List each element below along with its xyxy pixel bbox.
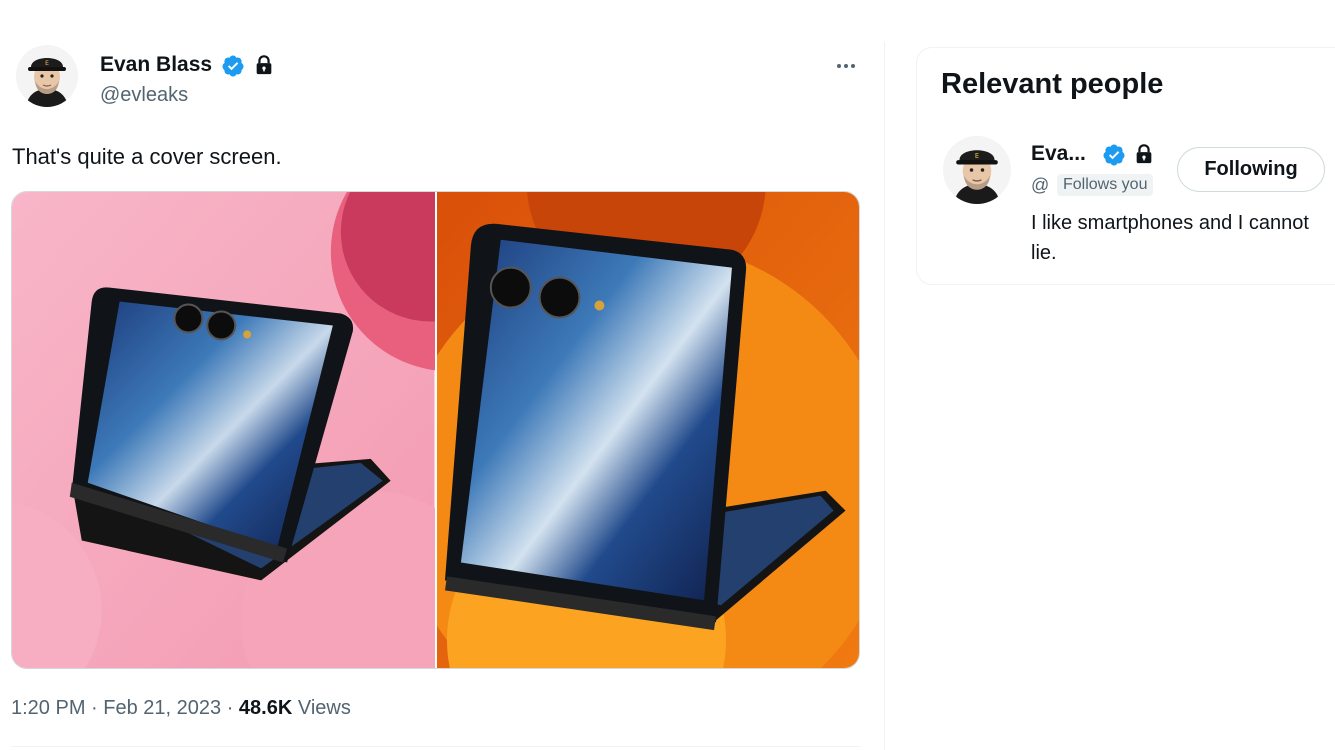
person-name[interactable]: Eva...	[1031, 142, 1086, 166]
tweet-media	[11, 191, 860, 669]
column-separator	[884, 42, 885, 750]
svg-text:E: E	[45, 60, 49, 67]
views-label: Views	[292, 697, 351, 719]
author-avatar[interactable]: E	[16, 45, 78, 107]
media-image-1[interactable]	[12, 192, 435, 668]
foldable-phone-orange-image	[436, 192, 859, 668]
person-handle[interactable]: @	[1031, 175, 1049, 196]
relevant-people-card: Relevant people E Eva... @ Follows you F…	[916, 47, 1335, 285]
relevant-people-title: Relevant people	[941, 68, 1164, 100]
more-dots-icon	[837, 64, 855, 68]
divider	[11, 746, 860, 747]
views-count: 48.6K	[238, 697, 293, 719]
verified-badge-icon	[221, 54, 245, 78]
person-avatar[interactable]: E	[943, 136, 1011, 204]
svg-text:E: E	[975, 152, 979, 160]
following-button[interactable]: Following	[1177, 147, 1325, 192]
meta-separator: ·	[221, 697, 239, 719]
verified-badge-icon	[1102, 143, 1126, 167]
meta-separator: ·	[85, 697, 104, 719]
author-handle[interactable]: @evleaks	[100, 84, 188, 107]
author-name[interactable]: Evan Blass	[100, 53, 212, 77]
cartoon-avatar-icon: E	[943, 136, 1011, 204]
tweet-text: That's quite a cover screen.	[12, 144, 282, 169]
page: E Evan Blass @evleaks That's quite a cov…	[0, 0, 1335, 750]
tweet: E Evan Blass @evleaks That's quite a cov…	[0, 0, 870, 750]
tweet-meta: 1:20 PM · Feb 21, 2023 · 48.6K Views	[11, 697, 351, 720]
foldable-phone-pink-image	[12, 192, 435, 668]
tweet-time[interactable]: 1:20 PM	[11, 697, 85, 719]
more-options-button[interactable]	[830, 52, 862, 80]
lock-icon	[1133, 142, 1157, 166]
person-bio: I like smartphones and I cannot lie.	[1031, 212, 1309, 264]
tweet-date[interactable]: Feb 21, 2023	[103, 697, 221, 719]
cartoon-avatar-icon: E	[16, 45, 78, 107]
follows-you-badge: Follows you	[1057, 174, 1154, 196]
media-image-2[interactable]	[436, 192, 859, 668]
lock-icon	[253, 53, 277, 77]
